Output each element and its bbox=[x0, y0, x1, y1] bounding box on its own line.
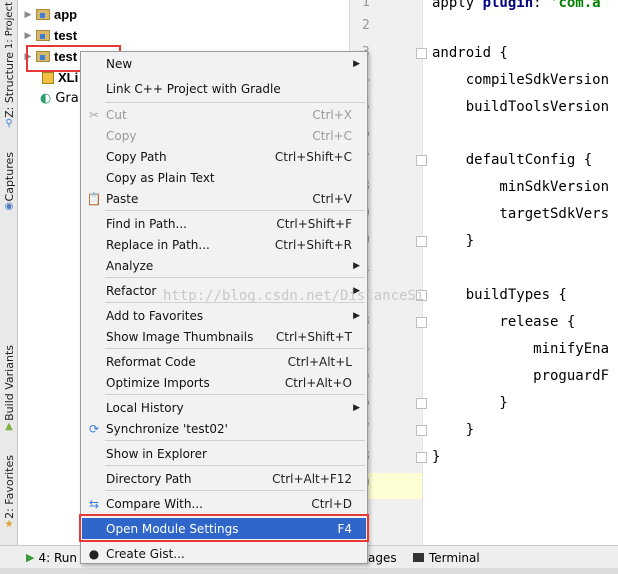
expand-arrow-icon[interactable]: ▶ bbox=[22, 10, 34, 20]
menu-item-optimize-imports[interactable]: Optimize Imports Ctrl+Alt+O bbox=[82, 372, 366, 393]
terminal-icon bbox=[413, 553, 424, 562]
line-number: 2 bbox=[362, 18, 370, 33]
gradle-icon: ◐ bbox=[40, 91, 52, 106]
run-icon: ▶ bbox=[26, 551, 35, 564]
menu-item-copy-plain-text[interactable]: Copy as Plain Text bbox=[82, 167, 366, 188]
code-line: } bbox=[432, 422, 475, 438]
submenu-arrow-icon: ▶ bbox=[353, 260, 360, 271]
submenu-arrow-icon: ▶ bbox=[353, 310, 360, 321]
menu-separator bbox=[105, 490, 365, 491]
menu-separator bbox=[105, 102, 365, 103]
fold-marker-icon[interactable] bbox=[416, 155, 427, 166]
fold-marker-icon[interactable] bbox=[416, 317, 427, 328]
menu-separator bbox=[105, 348, 365, 349]
menu-item-compare-with[interactable]: ⇆ Compare With... Ctrl+D bbox=[82, 493, 366, 514]
clipboard-icon: 📋 bbox=[86, 191, 102, 206]
code-line: android { bbox=[432, 45, 508, 61]
tab-captures[interactable]: Captures ◉ bbox=[0, 152, 18, 213]
annotation-highlight-menu-item bbox=[79, 514, 369, 542]
code-line: compileSdkVersion bbox=[432, 72, 610, 88]
tab-favorites[interactable]: 2: Favorites ★ bbox=[0, 455, 18, 531]
module-folder-icon bbox=[36, 30, 50, 41]
menu-separator bbox=[105, 394, 365, 395]
menu-item-show-image-thumbnails[interactable]: Show Image Thumbnails Ctrl+Shift+T bbox=[82, 326, 366, 347]
tab-run[interactable]: ▶ 4: Run bbox=[26, 546, 77, 569]
scissors-icon: ✂ bbox=[88, 107, 100, 122]
expand-arrow-icon[interactable]: ▶ bbox=[22, 31, 34, 41]
tab-messages[interactable]: ages bbox=[368, 546, 397, 569]
code-line: release { bbox=[432, 314, 576, 330]
context-menu: New ▶ Link C++ Project with Gradle ✂ Cut Ct… bbox=[80, 51, 368, 564]
compare-icon: ⇆ bbox=[88, 496, 100, 511]
menu-item-new[interactable]: New ▶ bbox=[82, 53, 366, 74]
code-line: minifyEna bbox=[432, 341, 610, 357]
android-icon: ▲ bbox=[5, 420, 13, 432]
code-line: } bbox=[432, 449, 441, 465]
menu-separator bbox=[105, 210, 365, 211]
code-line: proguardF bbox=[432, 368, 610, 384]
star-icon: ★ bbox=[4, 518, 14, 530]
tab-structure[interactable]: Z: Structure ⚲ bbox=[0, 52, 18, 130]
menu-item-copy[interactable]: Copy Ctrl+C bbox=[82, 125, 366, 146]
status-bar bbox=[0, 568, 618, 574]
line-number: 1 bbox=[362, 0, 370, 10]
menu-item-link-cpp-project[interactable]: Link C++ Project with Gradle bbox=[82, 78, 366, 99]
fold-marker-icon[interactable] bbox=[416, 398, 427, 409]
code-line: defaultConfig { bbox=[432, 152, 593, 168]
tab-project[interactable]: 1: Project bbox=[0, 2, 18, 49]
tree-item-test[interactable]: ▶ test bbox=[22, 25, 78, 46]
tree-item-gradle-scripts[interactable]: ◐ Gra bbox=[40, 88, 79, 109]
code-line: } bbox=[432, 395, 508, 411]
tree-item-app[interactable]: ▶ app bbox=[22, 4, 78, 25]
submenu-arrow-icon: ▶ bbox=[353, 58, 360, 69]
menu-item-directory-path[interactable]: Directory Path Ctrl+Alt+F12 bbox=[82, 468, 366, 489]
menu-item-local-history[interactable]: Local History ▶ bbox=[82, 397, 366, 418]
code-line: minSdkVersion bbox=[432, 179, 610, 195]
github-icon: ● bbox=[88, 546, 100, 561]
code-line: buildToolsVersion bbox=[432, 99, 610, 115]
tab-build-variants[interactable]: Build Variants ▲ bbox=[0, 345, 18, 433]
menu-item-add-to-favorites[interactable]: Add to Favorites ▶ bbox=[82, 305, 366, 326]
menu-item-copy-path[interactable]: Copy Path Ctrl+Shift+C bbox=[82, 146, 366, 167]
code-line: } bbox=[432, 233, 475, 249]
structure-icon: ⚲ bbox=[5, 117, 13, 129]
menu-item-reformat-code[interactable]: Reformat Code Ctrl+Alt+L bbox=[82, 351, 366, 372]
menu-item-find-in-path[interactable]: Find in Path... Ctrl+Shift+F bbox=[82, 213, 366, 234]
fold-marker-icon[interactable] bbox=[416, 48, 427, 59]
menu-separator bbox=[105, 465, 365, 466]
code-line: targetSdkVers bbox=[432, 206, 610, 222]
menu-item-analyze[interactable]: Analyze ▶ bbox=[82, 255, 366, 276]
fold-marker-icon[interactable] bbox=[416, 425, 427, 436]
menu-item-show-in-explorer[interactable]: Show in Explorer bbox=[82, 443, 366, 464]
fold-marker-icon[interactable] bbox=[416, 236, 427, 247]
left-tool-strip: 1: Project Z: Structure ⚲ Captures ◉ Bui… bbox=[0, 0, 18, 545]
submenu-arrow-icon: ▶ bbox=[353, 402, 360, 413]
menu-item-create-gist[interactable]: ● Create Gist... bbox=[82, 543, 366, 564]
file-icon bbox=[42, 71, 54, 84]
sync-icon: ⟳ bbox=[88, 421, 100, 436]
code-line: buildTypes { bbox=[432, 287, 567, 303]
captures-icon: ◉ bbox=[4, 201, 14, 213]
watermark: http://blog.csdn.net/DistanceSi bbox=[163, 288, 425, 304]
menu-item-synchronize[interactable]: ⟳ Synchronize 'test02' bbox=[82, 418, 366, 439]
code-editor[interactable]: apply plugin: 'com.a android { compileSd… bbox=[422, 0, 618, 545]
tab-terminal[interactable]: Terminal bbox=[413, 546, 480, 569]
menu-separator bbox=[105, 277, 365, 278]
fold-marker-icon[interactable] bbox=[416, 452, 427, 463]
code-line-1: apply plugin: 'com.a bbox=[432, 0, 601, 11]
menu-item-paste[interactable]: 📋 Paste Ctrl+V bbox=[82, 188, 366, 209]
module-folder-icon bbox=[36, 9, 50, 20]
menu-item-replace-in-path[interactable]: Replace in Path... Ctrl+Shift+R bbox=[82, 234, 366, 255]
menu-item-cut[interactable]: ✂ Cut Ctrl+X bbox=[82, 104, 366, 125]
menu-separator bbox=[105, 440, 365, 441]
